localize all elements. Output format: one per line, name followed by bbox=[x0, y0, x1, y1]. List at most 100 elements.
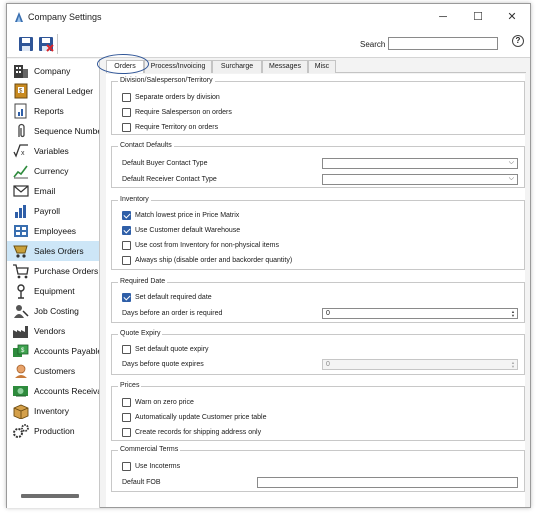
company-settings-window: Company Settings ─ ☐ ✕ Search ? Company … bbox=[6, 3, 531, 508]
checkbox-label: Match lowest price in Price Matrix bbox=[135, 212, 240, 219]
save-close-icon[interactable] bbox=[37, 35, 55, 53]
sidebar-item-label: Accounts Payable bbox=[34, 346, 100, 356]
buyer-contact-type-label: Default Buyer Contact Type bbox=[122, 160, 208, 167]
checkbox[interactable] bbox=[122, 398, 131, 407]
sidebar-item-purchase-orders[interactable]: Purchase Orders bbox=[7, 261, 99, 281]
sidebar-item-accounts-payable[interactable]: $ Accounts Payable bbox=[7, 341, 100, 361]
checkbox[interactable] bbox=[122, 123, 131, 132]
currency-icon bbox=[13, 165, 28, 179]
checkbox[interactable] bbox=[122, 226, 131, 235]
days-before-required-label: Days before an order is required bbox=[122, 310, 223, 317]
days-before-required-stepper[interactable]: 0 ▲ ▼ bbox=[322, 308, 518, 319]
sidebar-item-payroll[interactable]: Payroll bbox=[7, 201, 99, 221]
sidebar-item-label: Customers bbox=[34, 366, 76, 376]
sidebar-item-company[interactable]: Company bbox=[7, 61, 99, 81]
checkbox-label: Set default required date bbox=[135, 294, 212, 301]
help-icon[interactable]: ? bbox=[512, 35, 524, 47]
search-input[interactable] bbox=[388, 37, 498, 50]
checkbox[interactable] bbox=[122, 293, 131, 302]
sidebar-item-currency[interactable]: Currency bbox=[7, 161, 99, 181]
stepper-value: 0 bbox=[326, 310, 330, 317]
orders-tab-highlight bbox=[97, 54, 149, 74]
sidebar-item-label: Equipment bbox=[34, 286, 75, 296]
sidebar-item-sales-orders[interactable]: Sales Orders bbox=[7, 241, 99, 261]
checkbox[interactable] bbox=[122, 211, 131, 220]
checkbox[interactable] bbox=[122, 108, 131, 117]
checkbox[interactable] bbox=[122, 428, 131, 437]
sidebar-item-production[interactable]: Production bbox=[7, 421, 99, 441]
tab-messages[interactable]: Messages bbox=[262, 60, 308, 73]
accounts-receivable-icon bbox=[13, 386, 28, 397]
paperclip-icon bbox=[18, 123, 25, 138]
checkbox-label: Automatically update Customer price tabl… bbox=[135, 414, 267, 421]
factory-icon bbox=[13, 326, 28, 338]
sidebar-item-employees[interactable]: Employees bbox=[7, 221, 99, 241]
toolbar-separator bbox=[57, 34, 58, 54]
checkbox[interactable] bbox=[122, 241, 131, 250]
minimize-button[interactable]: ─ bbox=[428, 8, 458, 26]
group-title: Inventory bbox=[118, 196, 151, 203]
checkbox-label: Separate orders by division bbox=[135, 94, 220, 101]
toolbar: Search ? bbox=[7, 30, 530, 58]
sidebar-item-sequence-numbers[interactable]: Sequence Numbe bbox=[7, 121, 100, 141]
settings-tabs: Orders Process/Invoicing Surcharge Messa… bbox=[106, 60, 526, 73]
accounts-payable-icon: $ bbox=[13, 344, 29, 357]
checkbox-label: Always ship (disable order and backorder… bbox=[135, 257, 293, 264]
checkbox[interactable] bbox=[122, 413, 131, 422]
checkbox-label: Require Territory on orders bbox=[135, 124, 219, 131]
title-bar: Company Settings ─ ☐ ✕ bbox=[7, 4, 530, 30]
sidebar-item-vendors[interactable]: Vendors bbox=[7, 321, 99, 341]
ledger-icon: $ bbox=[14, 83, 28, 99]
sidebar-item-reports[interactable]: Reports bbox=[7, 101, 99, 121]
spinner-arrows-icon[interactable]: ▲ ▼ bbox=[510, 361, 516, 369]
sidebar-item-label: Sequence Numbe bbox=[34, 126, 100, 136]
checkbox[interactable] bbox=[122, 345, 131, 354]
save-icon[interactable] bbox=[17, 35, 35, 53]
default-fob-input[interactable] bbox=[257, 477, 518, 488]
tab-misc[interactable]: Misc bbox=[308, 60, 336, 73]
days-before-quote-expires-stepper[interactable]: 0 ▲ ▼ bbox=[322, 359, 518, 370]
sidebar-item-inventory[interactable]: Inventory bbox=[7, 401, 99, 421]
group-title: Division/Salesperson/Territory bbox=[118, 77, 215, 84]
sidebar-item-label: Variables bbox=[34, 146, 69, 156]
maximize-button[interactable]: ☐ bbox=[463, 8, 493, 26]
variables-icon: x bbox=[13, 144, 28, 158]
receiver-contact-type-label: Default Receiver Contact Type bbox=[122, 176, 217, 183]
group-title: Commercial Terms bbox=[118, 446, 181, 453]
sidebar-item-label: Production bbox=[34, 426, 75, 436]
sidebar-item-label: Payroll bbox=[34, 206, 60, 216]
sidebar-item-accounts-receivable[interactable]: Accounts Receival bbox=[7, 381, 99, 401]
checkbox[interactable] bbox=[122, 462, 131, 471]
sidebar-item-general-ledger[interactable]: $ General Ledger bbox=[7, 81, 99, 101]
days-before-quote-expires-label: Days before quote expires bbox=[122, 361, 204, 368]
sidebar-item-label: Currency bbox=[34, 166, 69, 176]
chevron-down-icon: ⌵ bbox=[508, 159, 514, 166]
tab-surcharge[interactable]: Surcharge bbox=[212, 60, 262, 73]
sidebar-item-label: Sales Orders bbox=[34, 246, 84, 256]
prices-group: Prices Warn on zero price Automatically … bbox=[111, 382, 525, 441]
sidebar-item-equipment[interactable]: Equipment bbox=[7, 281, 99, 301]
sidebar-item-job-costing[interactable]: Job Costing bbox=[7, 301, 99, 321]
checkbox[interactable] bbox=[122, 256, 131, 265]
close-button[interactable]: ✕ bbox=[497, 8, 527, 26]
checkbox-label: Use Incoterms bbox=[135, 463, 181, 470]
envelope-icon bbox=[13, 185, 29, 197]
checkbox[interactable] bbox=[122, 93, 131, 102]
spinner-arrows-icon[interactable]: ▲ ▼ bbox=[510, 310, 516, 318]
sidebar-scrollbar[interactable] bbox=[21, 494, 79, 498]
checkbox-label: Require Salesperson on orders bbox=[135, 109, 232, 116]
sidebar-item-email[interactable]: Email bbox=[7, 181, 99, 201]
checkbox-label: Warn on zero price bbox=[135, 399, 194, 406]
tab-process-invoicing[interactable]: Process/Invoicing bbox=[144, 60, 212, 73]
sidebar-item-label: Purchase Orders bbox=[34, 266, 99, 276]
sidebar-item-customers[interactable]: Customers bbox=[7, 361, 99, 381]
sidebar-item-label: Job Costing bbox=[34, 306, 79, 316]
buyer-contact-type-select[interactable]: ⌵ bbox=[322, 158, 518, 169]
window-title: Company Settings bbox=[28, 12, 102, 22]
sidebar-item-label: Inventory bbox=[34, 406, 69, 416]
sidebar-item-label: General Ledger bbox=[34, 86, 94, 96]
sidebar-item-variables[interactable]: x Variables bbox=[7, 141, 99, 161]
receiver-contact-type-select[interactable]: ⌵ bbox=[322, 174, 518, 185]
payroll-icon bbox=[15, 205, 26, 218]
group-title: Quote Expiry bbox=[118, 330, 163, 337]
